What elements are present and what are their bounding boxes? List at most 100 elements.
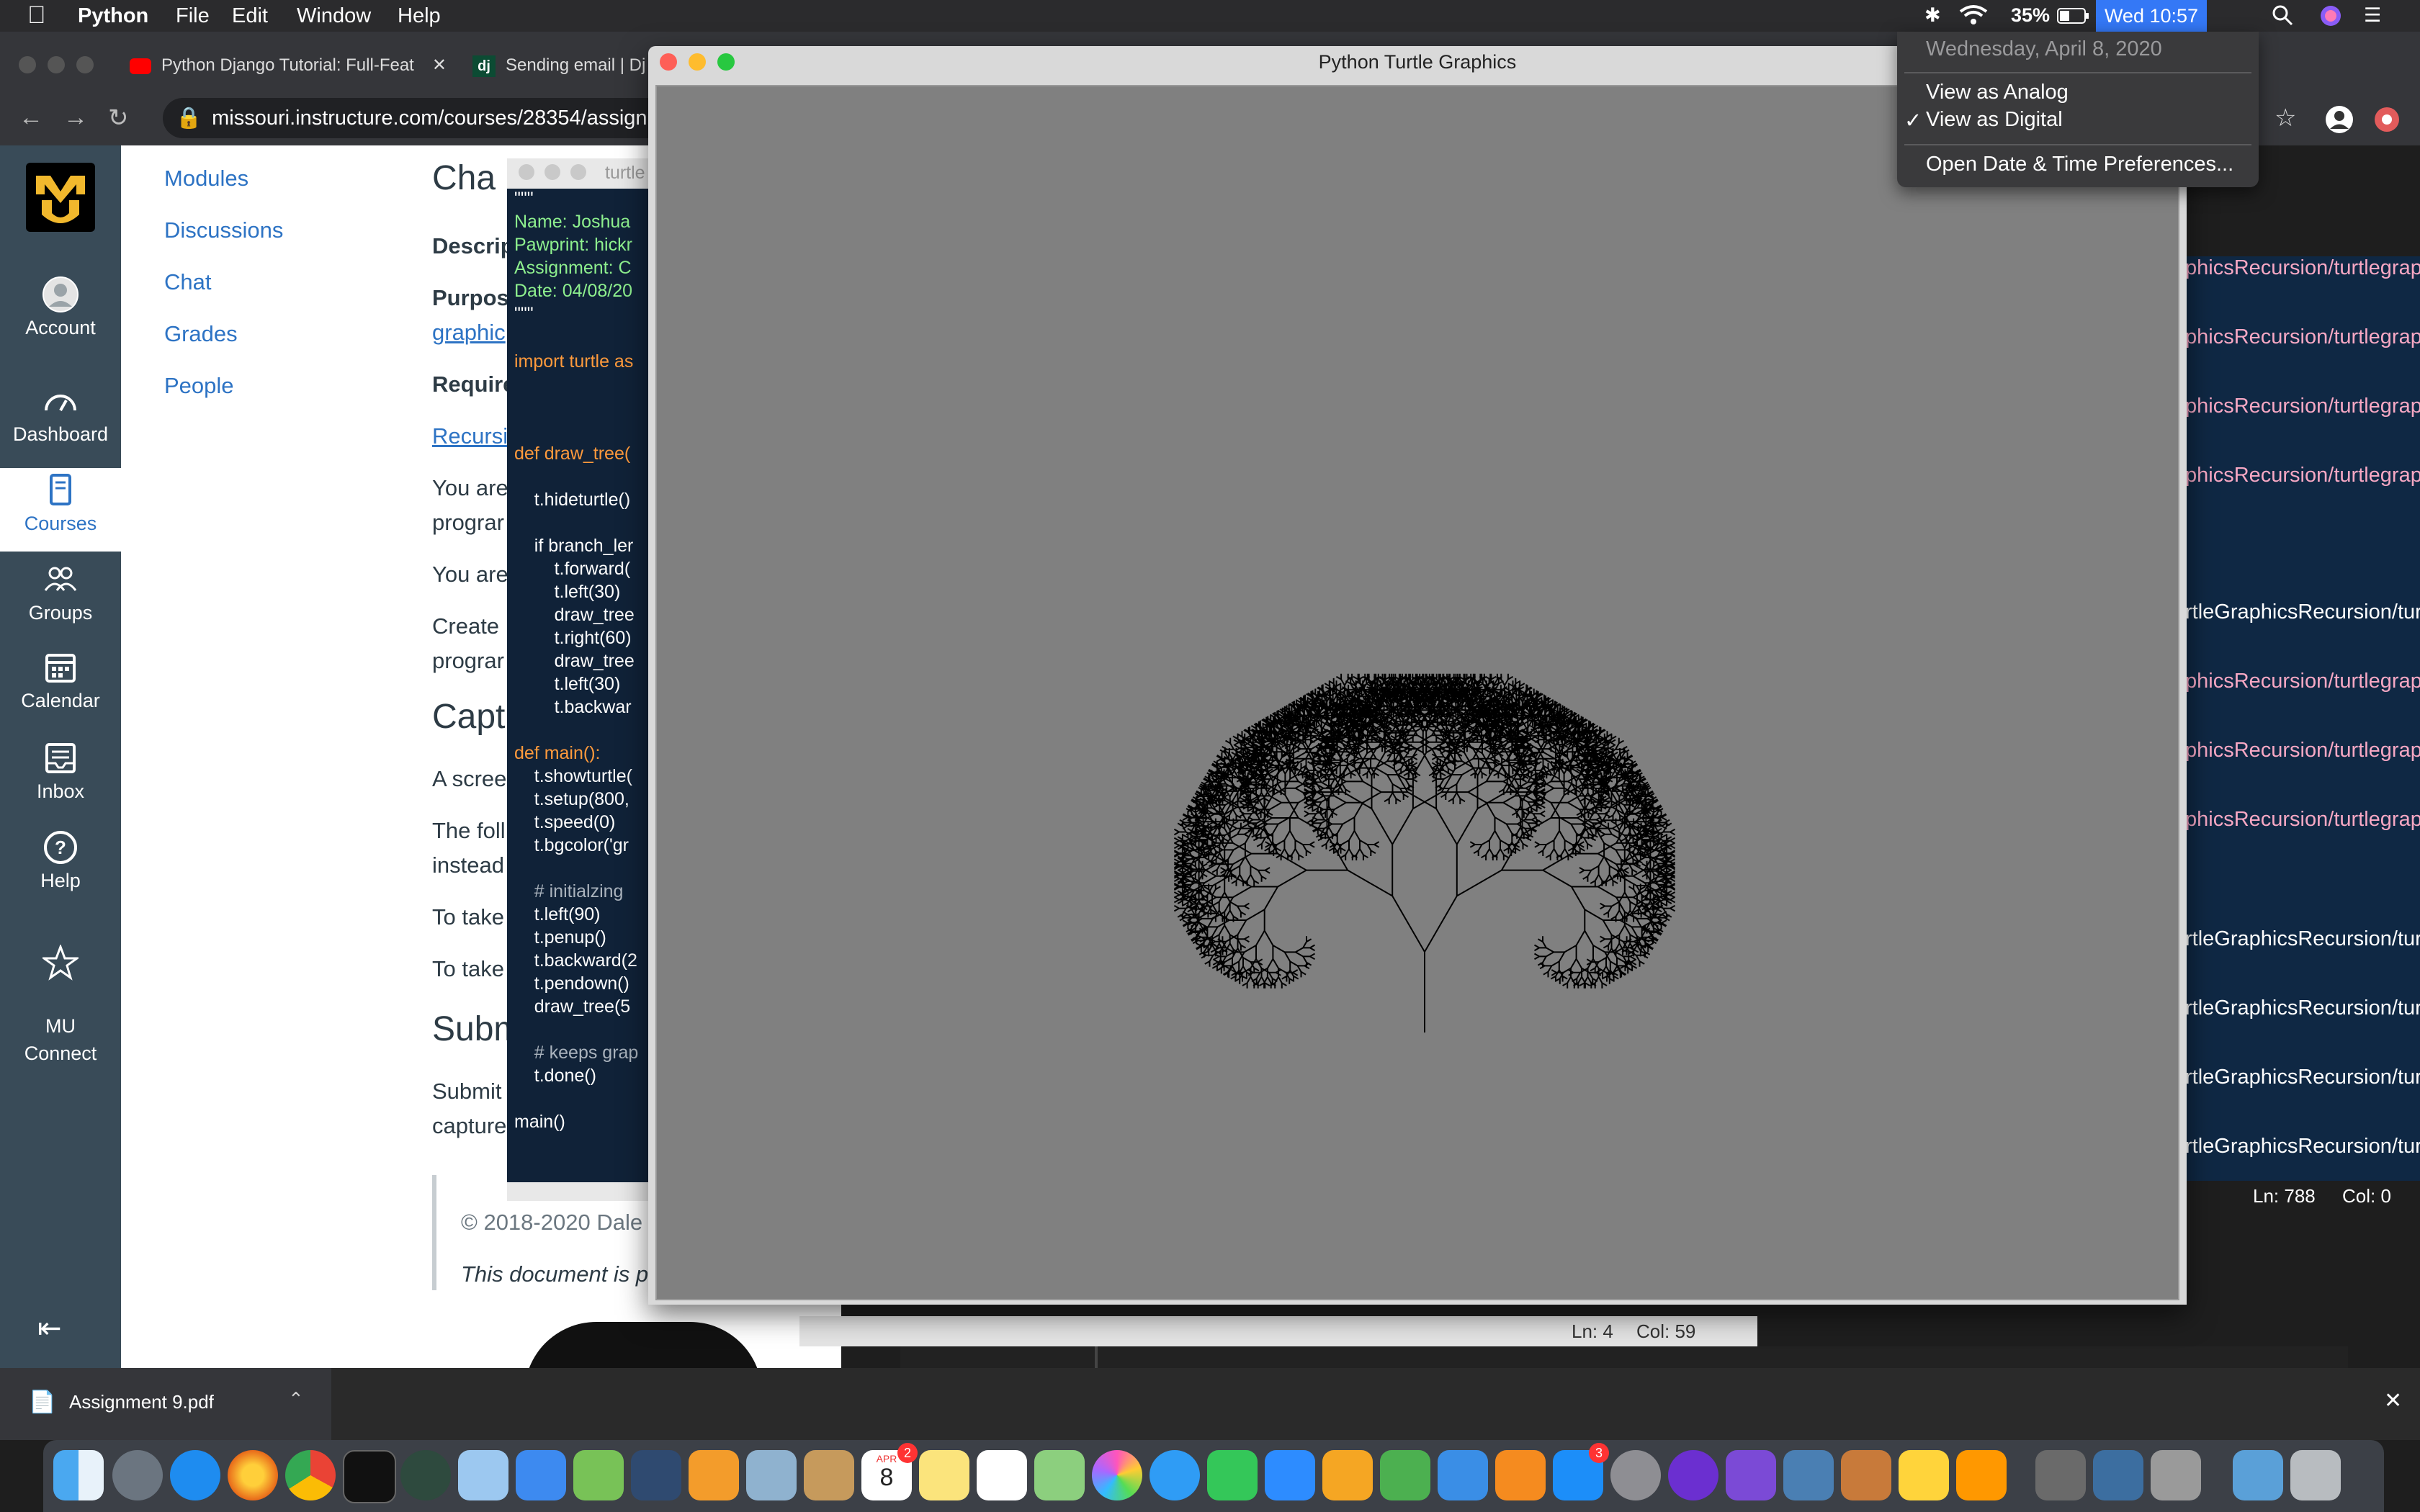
profile-avatar-icon[interactable] — [2325, 105, 2354, 138]
messages-icon[interactable] — [1150, 1450, 1200, 1500]
app-menu-python[interactable]: Python — [78, 4, 148, 28]
mizzou-logo[interactable] — [26, 163, 95, 232]
open-date-time-preferences-item[interactable]: Open Date & Time Preferences... — [1926, 153, 2233, 176]
rocket-typist-icon[interactable] — [2151, 1450, 2201, 1500]
course-nav-chat[interactable]: Chat — [164, 269, 211, 295]
notification-center-icon[interactable]: ☰ — [2364, 4, 2381, 27]
terminal-icon[interactable] — [343, 1450, 396, 1503]
battery-icon[interactable] — [2057, 7, 2090, 30]
chevron-up-icon[interactable]: ⌃ — [288, 1388, 304, 1410]
keynote-icon[interactable] — [1438, 1450, 1488, 1500]
atom-icon[interactable] — [400, 1450, 451, 1500]
code-line: draw_tree(5 — [514, 996, 631, 1017]
virtualbox-icon[interactable] — [458, 1450, 508, 1500]
chrome-icon[interactable] — [285, 1450, 336, 1500]
pages-icon[interactable] — [1322, 1450, 1373, 1500]
recursion-link[interactable]: Recursi — [432, 423, 508, 449]
nav-help[interactable]: ? Help — [0, 829, 121, 892]
pdf-file-icon: 📄 — [29, 1390, 56, 1414]
course-nav-grades[interactable]: Grades — [164, 321, 238, 347]
preview-icon[interactable] — [746, 1450, 797, 1500]
wifi-icon[interactable] — [1959, 4, 1988, 31]
nav-dashboard[interactable]: Dashboard — [0, 383, 121, 446]
app-store-icon[interactable]: 3 — [1553, 1443, 1609, 1500]
spotlight-search-icon[interactable] — [2272, 4, 2293, 31]
editor-minimize-button[interactable] — [544, 164, 560, 180]
code-line: t.hideturtle() — [514, 490, 631, 510]
code-line: t.pendown() — [514, 973, 629, 994]
xcode-icon[interactable] — [516, 1450, 566, 1500]
collapse-nav-icon[interactable]: ⇤ — [37, 1312, 62, 1345]
nav-courses[interactable]: Courses — [0, 468, 121, 552]
course-nav-discussions[interactable]: Discussions — [164, 217, 283, 243]
bluetooth-icon[interactable]: ✱ — [1924, 4, 1941, 27]
reminders-icon[interactable] — [977, 1450, 1027, 1500]
browser-tab[interactable]: Python Django Tutorial: Full-Feat ✕ — [130, 46, 447, 85]
nav-inbox[interactable]: Inbox — [0, 740, 121, 803]
archive-utility-icon[interactable] — [1841, 1450, 1891, 1500]
back-icon[interactable]: ← — [19, 104, 43, 132]
finder-icon[interactable] — [53, 1450, 104, 1500]
close-download-bar-icon[interactable]: ✕ — [2384, 1388, 2402, 1413]
image-capture-icon[interactable] — [2093, 1450, 2143, 1500]
output-panel[interactable]: phicsRecursion/turtlegrap phicsRecursion… — [2185, 256, 2420, 1211]
nav-calendar[interactable]: Calendar — [0, 649, 121, 712]
python-launcher-icon[interactable] — [1899, 1450, 1949, 1500]
editor-zoom-button[interactable] — [570, 164, 586, 180]
editor-close-button[interactable] — [519, 164, 534, 180]
course-nav-people[interactable]: People — [164, 373, 234, 399]
eclipse-icon[interactable] — [1668, 1450, 1718, 1500]
safari-compass-icon[interactable] — [170, 1450, 220, 1500]
close-tab-icon[interactable]: ✕ — [432, 46, 447, 85]
download-item[interactable]: 📄 Assignment 9.pdf ⌃ — [0, 1368, 331, 1440]
view-as-analog-item[interactable]: View as Analog — [1926, 81, 2069, 104]
intellij-icon[interactable] — [631, 1450, 681, 1500]
code-line: """ — [514, 304, 534, 324]
browser-minimize-button[interactable] — [48, 56, 65, 73]
system-preferences-gear-icon[interactable] — [1610, 1450, 1661, 1500]
code-editor-text[interactable]: """ Name: Joshua Pawprint: hickr Assignm… — [507, 189, 650, 1182]
siri-icon[interactable] — [2319, 4, 2342, 32]
firefox-icon[interactable] — [228, 1450, 278, 1500]
menu-file[interactable]: File — [176, 4, 210, 28]
nav-mu-connect[interactable]: MU Connect — [0, 917, 121, 1067]
menu-window[interactable]: Window — [297, 4, 371, 28]
bookmark-star-icon[interactable]: ☆ — [2275, 104, 2296, 132]
script-editor-icon[interactable] — [2035, 1450, 2086, 1500]
browser-zoom-button[interactable] — [76, 56, 94, 73]
visual-studio-icon[interactable] — [1726, 1450, 1776, 1500]
menu-help[interactable]: Help — [398, 4, 441, 28]
column-indicator: Col: 59 — [1636, 1320, 1696, 1342]
zoom-icon[interactable] — [1265, 1450, 1315, 1500]
android-studio-icon[interactable] — [573, 1450, 624, 1500]
clock-menu-extra[interactable]: Wed 10:57 PM — [2096, 0, 2207, 58]
graphics-link[interactable]: graphic — [432, 320, 506, 346]
browser-tab[interactable]: dj Sending email | Dj — [472, 46, 660, 85]
view-as-digital-item[interactable]: View as Digital — [1926, 108, 2063, 132]
photos-icon[interactable] — [1092, 1450, 1142, 1500]
reload-icon[interactable]: ↻ — [108, 104, 129, 132]
trash-icon[interactable] — [2290, 1450, 2341, 1500]
forward-icon[interactable]: → — [63, 104, 88, 132]
browser-close-button[interactable] — [19, 56, 36, 73]
mysql-workbench-icon[interactable] — [1783, 1450, 1834, 1500]
maps-icon[interactable] — [1034, 1450, 1085, 1500]
turtle-canvas[interactable] — [655, 85, 2179, 1300]
sublime-text-icon[interactable] — [1956, 1450, 2007, 1500]
calendar-app-icon[interactable]: APR 8 2 — [861, 1443, 918, 1500]
course-nav-modules[interactable]: Modules — [164, 166, 248, 192]
launchpad-rocket-icon[interactable] — [112, 1450, 163, 1500]
contacts-icon[interactable] — [804, 1450, 854, 1500]
downloads-folder-icon[interactable] — [2233, 1450, 2283, 1500]
nav-groups[interactable]: Groups — [0, 562, 121, 624]
numbers-icon[interactable] — [1380, 1450, 1430, 1500]
notes-icon[interactable] — [919, 1450, 969, 1500]
code-line: draw_tree — [514, 605, 635, 625]
menu-edit[interactable]: Edit — [232, 4, 268, 28]
nav-account[interactable]: Account — [0, 276, 121, 339]
extension-icon[interactable] — [2374, 107, 2400, 136]
facetime-icon[interactable] — [1207, 1450, 1258, 1500]
books-icon[interactable] — [1495, 1450, 1546, 1500]
apple-icon[interactable]:  — [27, 1, 46, 30]
sourcetree-icon[interactable] — [689, 1450, 739, 1500]
